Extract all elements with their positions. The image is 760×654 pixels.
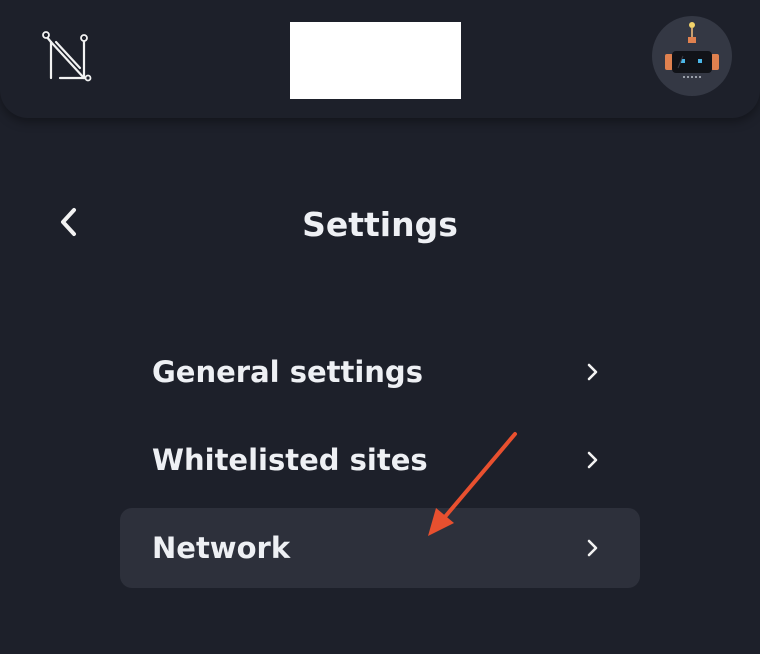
robot-avatar-icon[interactable]: [652, 16, 732, 96]
menu-item-label: General settings: [152, 355, 423, 389]
settings-menu: General settings Whitelisted sites Netwo…: [120, 332, 640, 596]
chevron-left-icon: [61, 208, 76, 236]
chevron-right-icon: [587, 539, 598, 557]
menu-item-label: Whitelisted sites: [152, 443, 428, 477]
settings-page: Settings General settings Whitelisted si…: [0, 0, 760, 654]
menu-item-label: Network: [152, 531, 291, 565]
menu-item-general-settings[interactable]: General settings: [120, 332, 640, 412]
network-n-logo-icon[interactable]: [40, 28, 94, 82]
app-header: [0, 0, 760, 118]
chevron-right-icon: [587, 451, 598, 469]
header-center-placeholder: [290, 22, 461, 99]
menu-item-whitelisted-sites[interactable]: Whitelisted sites: [120, 420, 640, 500]
back-button[interactable]: [50, 200, 90, 244]
chevron-right-icon: [587, 363, 598, 381]
menu-item-network[interactable]: Network: [120, 508, 640, 588]
page-title: Settings: [302, 205, 458, 244]
